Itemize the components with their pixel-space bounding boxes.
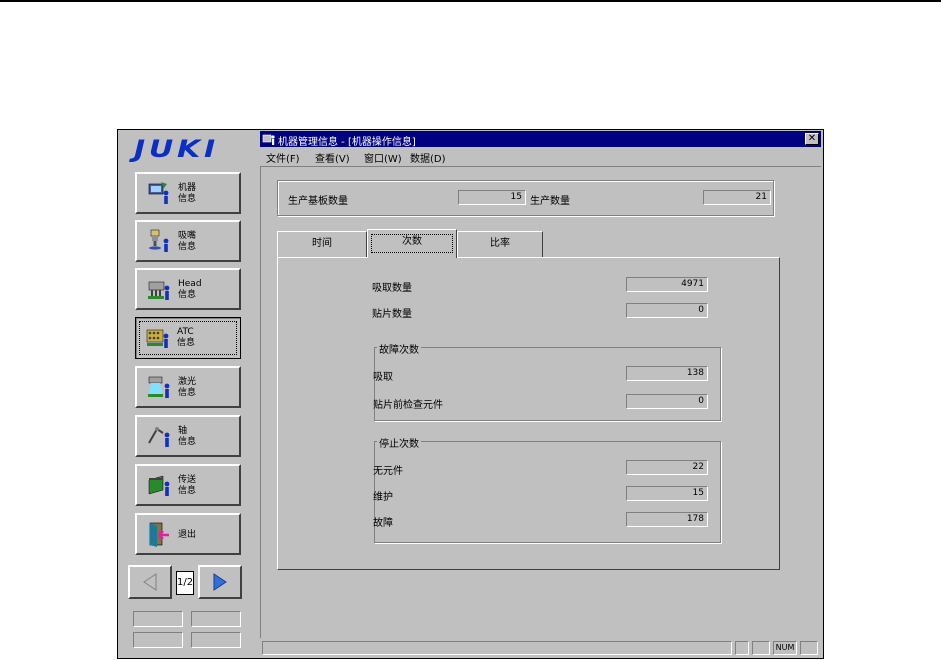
sidebar-button-label: 吸嘴 信息 bbox=[178, 231, 197, 252]
sidebar-button-atc-info[interactable]: ATC 信息 bbox=[135, 317, 241, 359]
stop-fault-value: 178 bbox=[626, 512, 708, 527]
stop-maintenance-label: 维护 bbox=[373, 492, 393, 503]
summary-panel: 生产基板数量 15 生产数量 21 bbox=[277, 180, 774, 216]
stop-fault-label: 故障 bbox=[373, 518, 393, 529]
next-page-button[interactable] bbox=[198, 565, 242, 599]
placement-count-label: 贴片数量 bbox=[372, 309, 412, 320]
sidebar-button-head-info[interactable]: Head 信息 bbox=[135, 268, 241, 310]
machine-info-icon bbox=[148, 182, 169, 204]
tab-time[interactable]: 时间 bbox=[277, 231, 367, 257]
menubar: 文件(F) 查看(V) 窗口(W) 数据(D) bbox=[260, 148, 821, 165]
close-button[interactable]: ✕ bbox=[805, 133, 819, 145]
window-title: 机器管理信息 - [机器操作信息] bbox=[278, 137, 416, 148]
stop-maintenance-value: 15 bbox=[626, 486, 708, 501]
atc-info-icon bbox=[146, 329, 169, 348]
exit-door-icon bbox=[149, 522, 169, 547]
menu-data[interactable]: 数据(D) bbox=[410, 150, 446, 165]
stop-count-group: 停止次数 无元件 22 维护 15 故障 178 bbox=[373, 435, 721, 543]
fault-count-group: 故障次数 吸取 138 贴片前检查元件 0 bbox=[373, 341, 721, 421]
production-count-label: 生产数量 bbox=[530, 196, 570, 207]
sidebar-pager: 1/2 bbox=[128, 560, 250, 604]
empty-slot bbox=[133, 632, 183, 648]
tab-strip: 时间 次数 比率 bbox=[277, 229, 777, 259]
tab-count[interactable]: 次数 bbox=[367, 229, 457, 258]
sidebar-button-laser-info[interactable]: 激光 信息 bbox=[135, 366, 241, 408]
sidebar-button-axis-info[interactable]: 轴 信息 bbox=[135, 415, 241, 457]
page-indicator: 1/2 bbox=[176, 571, 194, 595]
status-cap bbox=[735, 641, 749, 655]
sidebar-button-label: ATC 信息 bbox=[177, 327, 196, 348]
status-num: NUM bbox=[773, 641, 797, 655]
fault-precheck-label: 贴片前检查元件 bbox=[373, 400, 443, 411]
sidebar-button-label: 退出 bbox=[178, 530, 197, 540]
nozzle-info-icon bbox=[149, 229, 169, 252]
app-icon bbox=[262, 134, 275, 145]
head-info-icon bbox=[148, 281, 170, 300]
sidebar: JUKI 机器 信息 吸嘴 信息 Head 信息 ATC 信息 激光 信息 轴 … bbox=[118, 130, 256, 658]
juki-logo: JUKI bbox=[134, 135, 219, 163]
pickup-count-value: 4971 bbox=[626, 277, 708, 292]
stop-group-title: 停止次数 bbox=[377, 435, 421, 450]
placement-count-value: 0 bbox=[626, 303, 708, 318]
stop-no-part-label: 无元件 bbox=[373, 466, 403, 477]
status-scroll bbox=[752, 641, 770, 655]
window-titlebar[interactable]: 机器管理信息 - [机器操作信息] ✕ bbox=[260, 131, 821, 148]
status-message bbox=[262, 641, 732, 655]
tab-ratio[interactable]: 比率 bbox=[457, 231, 543, 257]
status-extra bbox=[800, 641, 818, 655]
production-count-value: 21 bbox=[703, 190, 771, 205]
empty-slot bbox=[133, 611, 183, 627]
fault-pickup-label: 吸取 bbox=[373, 372, 393, 383]
stop-no-part-value: 22 bbox=[626, 460, 708, 475]
sidebar-button-exit[interactable]: 退出 bbox=[135, 513, 241, 555]
laser-info-icon bbox=[148, 376, 170, 398]
sidebar-button-label: 轴 信息 bbox=[178, 426, 197, 447]
machine-info-window: 机器管理信息 - [机器操作信息] ✕ 文件(F) 查看(V) 窗口(W) 数据… bbox=[258, 130, 823, 658]
sidebar-button-label: 激光 信息 bbox=[178, 377, 197, 398]
window-client: 生产基板数量 15 生产数量 21 时间 次数 比率 吸取数量 4971 贴片数… bbox=[260, 166, 821, 638]
empty-slot bbox=[191, 632, 241, 648]
board-count-value: 15 bbox=[458, 190, 526, 205]
sidebar-button-nozzle-info[interactable]: 吸嘴 信息 bbox=[135, 220, 241, 262]
statusbar: NUM bbox=[260, 640, 821, 656]
menu-window[interactable]: 窗口(W) bbox=[364, 150, 402, 165]
axis-info-icon bbox=[148, 427, 170, 447]
sidebar-button-label: Head 信息 bbox=[178, 279, 202, 300]
sidebar-button-label: 传送 信息 bbox=[178, 475, 197, 496]
pickup-count-label: 吸取数量 bbox=[372, 283, 412, 294]
sidebar-button-label: 机器 信息 bbox=[178, 183, 197, 204]
fault-precheck-value: 0 bbox=[626, 394, 708, 409]
close-icon: ✕ bbox=[807, 133, 817, 144]
board-count-label: 生产基板数量 bbox=[288, 196, 348, 207]
sidebar-button-conveyor-info[interactable]: 传送 信息 bbox=[135, 464, 241, 506]
prev-page-button[interactable] bbox=[128, 565, 172, 599]
arrow-left-icon bbox=[143, 573, 157, 591]
fault-group-title: 故障次数 bbox=[377, 341, 421, 356]
sidebar-button-machine-info[interactable]: 机器 信息 bbox=[135, 172, 241, 214]
conveyor-info-icon bbox=[148, 475, 170, 496]
tab-panel-count: 吸取数量 4971 贴片数量 0 故障次数 吸取 138 贴片前检查元件 0 停… bbox=[277, 257, 780, 570]
fault-pickup-value: 138 bbox=[626, 366, 708, 381]
empty-slot bbox=[191, 611, 241, 627]
menu-file[interactable]: 文件(F) bbox=[266, 150, 300, 165]
menu-view[interactable]: 查看(V) bbox=[315, 150, 350, 165]
page-top-rule bbox=[0, 0, 941, 2]
arrow-right-icon bbox=[213, 573, 227, 591]
